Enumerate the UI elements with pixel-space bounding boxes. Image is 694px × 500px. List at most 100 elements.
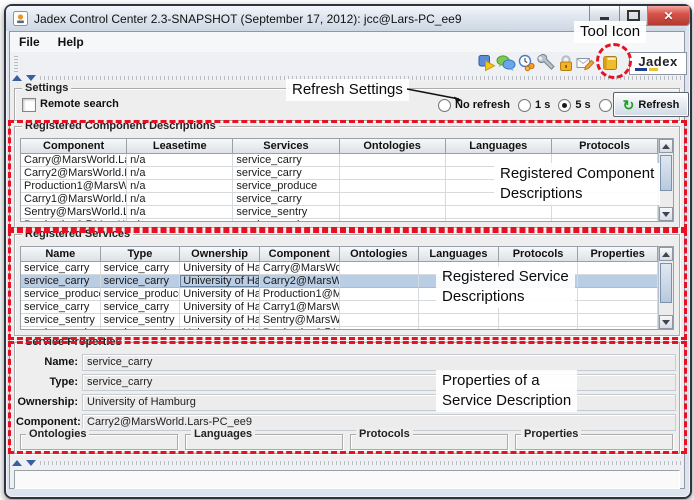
table-row[interactable]: Carry@MarsWorld.Lar...n/aservice_carry — [21, 154, 658, 167]
table-cell[interactable] — [578, 301, 658, 314]
message-icon[interactable] — [575, 53, 595, 73]
column-header[interactable]: Ontologies — [340, 139, 446, 154]
table-cell[interactable]: service_carry — [101, 301, 181, 314]
table-row[interactable]: service_produceservice_produceUniversity… — [21, 327, 658, 330]
table-cell[interactable]: Carry1@MarsWorld.La... — [21, 193, 127, 206]
maximize-button[interactable] — [619, 6, 648, 26]
table-cell[interactable]: service_sentry — [21, 314, 101, 327]
table-row[interactable]: service_produceservice_produceUniversity… — [21, 288, 658, 301]
table-cell[interactable] — [340, 314, 420, 327]
table-cell[interactable]: service_carry — [21, 262, 101, 275]
collapse-down-icon[interactable] — [26, 460, 36, 466]
column-header[interactable]: Properties — [578, 247, 658, 262]
table-cell[interactable]: University of Ha... — [180, 275, 260, 288]
table-cell[interactable]: Carry2@MarsWorld.La... — [21, 167, 127, 180]
menu-help[interactable]: Help — [49, 35, 93, 49]
scroll-up-button[interactable] — [659, 247, 673, 261]
table-cell[interactable] — [340, 180, 446, 193]
table-cell[interactable]: Carry@MarsWor... — [260, 262, 340, 275]
table-cell[interactable] — [552, 206, 658, 219]
table-cell[interactable] — [499, 327, 579, 330]
vertical-scrollbar[interactable] — [658, 139, 673, 221]
table-cell[interactable] — [340, 193, 446, 206]
table-cell[interactable] — [552, 219, 658, 222]
table-cell[interactable] — [419, 327, 499, 330]
table-cell[interactable] — [446, 180, 552, 193]
refresh-radio-option[interactable]: 1 s — [518, 99, 550, 112]
table-cell[interactable]: Carry1@MarsW... — [260, 301, 340, 314]
awareness-icon[interactable] — [517, 53, 537, 73]
df-browser-icon[interactable] — [600, 53, 620, 73]
column-header[interactable]: Protocols — [552, 139, 658, 154]
table-cell[interactable] — [340, 327, 420, 330]
scrollbar-thumb[interactable] — [660, 263, 672, 303]
scroll-down-button[interactable] — [659, 315, 673, 329]
column-header[interactable]: Ontologies — [340, 247, 420, 262]
column-header[interactable]: Component — [21, 139, 127, 154]
field-value[interactable]: service_carry — [82, 374, 676, 391]
table-cell[interactable] — [446, 219, 552, 222]
table-cell[interactable] — [340, 154, 446, 167]
refresh-radio-option[interactable]: 5 s — [558, 99, 590, 112]
table-cell[interactable]: n/a — [127, 193, 233, 206]
security-icon[interactable] — [556, 53, 576, 73]
table-cell[interactable] — [340, 219, 446, 222]
split-divider-bottom[interactable] — [10, 459, 684, 467]
table-cell[interactable]: service_carry — [233, 167, 339, 180]
column-header[interactable]: Type — [101, 247, 181, 262]
table-cell[interactable] — [552, 180, 658, 193]
column-header[interactable]: Languages — [419, 247, 499, 262]
table-row[interactable]: Production1@MarsWo...n/aservice_produce — [21, 180, 658, 193]
table-cell[interactable]: n/a — [127, 167, 233, 180]
collapse-up-icon[interactable] — [12, 75, 22, 81]
table-cell[interactable]: University of Ha... — [180, 288, 260, 301]
table-cell[interactable] — [499, 275, 579, 288]
refresh-radio-option[interactable]: No refresh — [438, 99, 510, 112]
table-row[interactable]: service_sentryservice_sentryUniversity o… — [21, 314, 658, 327]
table-cell[interactable] — [499, 301, 579, 314]
title-bar[interactable]: Jadex Control Center 2.3-SNAPSHOT (Septe… — [6, 6, 686, 31]
table-cell[interactable]: service_carry — [233, 154, 339, 167]
column-header[interactable]: Component — [260, 247, 340, 262]
scrollbar-thumb[interactable] — [660, 155, 672, 191]
table-cell[interactable] — [419, 301, 499, 314]
table-cell[interactable]: Carry2@MarsW... — [260, 275, 340, 288]
table-row[interactable]: Carry2@MarsWorld.La...n/aservice_carry — [21, 167, 658, 180]
split-divider-top[interactable] — [10, 74, 684, 82]
table-cell[interactable]: service_carry — [21, 275, 101, 288]
remote-search-checkbox[interactable] — [22, 98, 36, 112]
tools-icon[interactable] — [537, 53, 557, 73]
table-cell[interactable]: Production2@MarsWo... — [21, 219, 127, 222]
table-cell[interactable]: service_produce — [21, 288, 101, 301]
field-value[interactable]: service_carry — [82, 354, 676, 371]
table-cell[interactable]: service_carry — [21, 301, 101, 314]
table-cell[interactable]: Sentry@MarsW... — [260, 314, 340, 327]
column-header[interactable]: Services — [233, 139, 339, 154]
table-cell[interactable]: service_carry — [233, 193, 339, 206]
close-button[interactable]: ✕ — [647, 6, 690, 26]
table-cell[interactable] — [499, 288, 579, 301]
table-cell[interactable]: service_produce — [21, 327, 101, 330]
conversation-icon[interactable] — [496, 53, 516, 73]
table-cell[interactable] — [578, 262, 658, 275]
table-cell[interactable] — [578, 314, 658, 327]
scroll-down-button[interactable] — [659, 207, 673, 221]
table-cell[interactable] — [446, 154, 552, 167]
table-cell[interactable]: Production1@MarsWo... — [21, 180, 127, 193]
table-row[interactable]: Carry1@MarsWorld.La...n/aservice_carry — [21, 193, 658, 206]
column-header[interactable]: Name — [21, 247, 101, 262]
column-header[interactable]: Languages — [446, 139, 552, 154]
table-cell[interactable] — [578, 288, 658, 301]
table-cell[interactable] — [340, 288, 420, 301]
table-cell[interactable] — [419, 288, 499, 301]
table-cell[interactable]: service_produce — [101, 327, 181, 330]
toolbar-grip[interactable] — [14, 55, 18, 72]
table-cell[interactable] — [446, 206, 552, 219]
table-cell[interactable]: University of Ha... — [180, 301, 260, 314]
divider-grip[interactable] — [40, 461, 682, 465]
table-cell[interactable]: University of Ha... — [180, 327, 260, 330]
table-cell[interactable]: University of Ha... — [180, 314, 260, 327]
radio-button[interactable] — [438, 99, 451, 112]
table-cell[interactable] — [578, 327, 658, 330]
table-row[interactable]: Production2@MarsWo...n/aservice_produce — [21, 219, 658, 222]
